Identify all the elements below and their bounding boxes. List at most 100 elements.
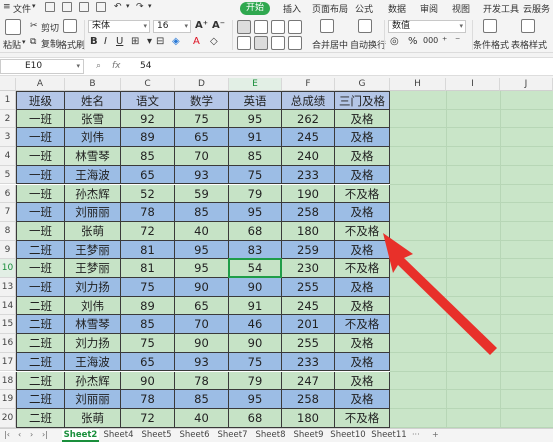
- border-dropdown-icon[interactable]: ▾: [147, 36, 152, 47]
- table-cell[interactable]: 王海波: [65, 352, 121, 372]
- table-cell[interactable]: 65: [175, 296, 229, 316]
- column-header-j[interactable]: J: [500, 78, 553, 91]
- table-cell[interactable]: 及格: [335, 371, 390, 391]
- table-cell[interactable]: 75: [229, 165, 282, 185]
- table-cell[interactable]: 75: [175, 109, 229, 129]
- column-header-i[interactable]: I: [446, 78, 500, 91]
- table-cell[interactable]: 85: [121, 315, 175, 335]
- table-cell[interactable]: 40: [175, 221, 229, 241]
- table-cell[interactable]: 90: [121, 371, 175, 391]
- fill-color-icon[interactable]: ◈: [172, 36, 180, 47]
- table-cell[interactable]: 95: [229, 390, 282, 409]
- add-sheet-icon[interactable]: +: [432, 430, 439, 439]
- cut-button[interactable]: 剪切: [41, 21, 59, 34]
- table-cell[interactable]: 70: [175, 315, 229, 335]
- font-color-icon[interactable]: A: [193, 36, 200, 47]
- sheet-tab-sheet2[interactable]: Sheet2: [62, 429, 99, 442]
- row-header-20[interactable]: 20: [0, 408, 16, 428]
- conditional-format-icon[interactable]: [483, 19, 497, 33]
- table-cell[interactable]: 90: [175, 278, 229, 297]
- table-cell[interactable]: 及格: [335, 109, 390, 129]
- table-cell[interactable]: 一班: [16, 165, 65, 185]
- table-cell[interactable]: 不及格: [335, 184, 390, 204]
- sheet-tab-sheet6[interactable]: Sheet6: [176, 429, 213, 442]
- table-header-cell[interactable]: 英语: [229, 91, 282, 110]
- wrap-text-icon[interactable]: [358, 19, 372, 33]
- table-cell[interactable]: 及格: [335, 352, 390, 372]
- merge-cell-icon[interactable]: ⊟: [156, 36, 164, 47]
- table-cell[interactable]: 孙杰辉: [65, 184, 121, 204]
- table-cell[interactable]: 及格: [335, 165, 390, 185]
- row-header-14[interactable]: 14: [0, 296, 16, 316]
- table-cell[interactable]: 一班: [16, 147, 65, 166]
- table-header-cell[interactable]: 语文: [121, 91, 175, 110]
- last-sheet-icon[interactable]: ›|: [42, 430, 48, 439]
- align-top-icon[interactable]: [237, 20, 251, 34]
- table-cell[interactable]: 89: [121, 296, 175, 316]
- table-cell[interactable]: 46: [229, 315, 282, 335]
- table-cell[interactable]: 95: [175, 240, 229, 260]
- font-name-select[interactable]: 宋体 ▾: [88, 20, 150, 33]
- table-cell[interactable]: 81: [121, 259, 175, 278]
- table-cell[interactable]: 85: [175, 203, 229, 222]
- decrease-font-icon[interactable]: A⁻: [212, 20, 225, 31]
- table-cell[interactable]: 90: [229, 278, 282, 297]
- zoom-icon[interactable]: ⌕: [96, 61, 101, 71]
- table-cell[interactable]: 一班: [16, 128, 65, 148]
- table-cell[interactable]: 258: [282, 390, 335, 409]
- align-bottom-icon[interactable]: [271, 20, 285, 34]
- table-cell[interactable]: 二班: [16, 240, 65, 260]
- table-cell[interactable]: 68: [229, 221, 282, 241]
- table-cell[interactable]: 王梦丽: [65, 240, 121, 260]
- paste-icon[interactable]: [5, 19, 21, 35]
- table-cell[interactable]: 245: [282, 128, 335, 148]
- table-cell[interactable]: 258: [282, 203, 335, 222]
- table-header-cell[interactable]: 三门及格: [335, 91, 390, 110]
- column-header-e[interactable]: E: [229, 78, 282, 91]
- table-cell[interactable]: 75: [229, 352, 282, 372]
- table-cell[interactable]: 及格: [335, 390, 390, 409]
- format-painter-icon[interactable]: [63, 19, 77, 33]
- table-cell[interactable]: 70: [175, 147, 229, 166]
- table-cell[interactable]: 81: [121, 240, 175, 260]
- table-cell[interactable]: 91: [229, 296, 282, 316]
- next-sheet-icon[interactable]: ›: [30, 430, 33, 439]
- table-cell[interactable]: 刘力扬: [65, 334, 121, 353]
- tab-data[interactable]: 数据: [388, 2, 406, 15]
- sheet-tab-sheet10[interactable]: Sheet10: [328, 429, 368, 442]
- table-cell[interactable]: 85: [175, 390, 229, 409]
- increase-decimal-icon[interactable]: ⁺: [442, 36, 447, 47]
- table-cell[interactable]: 二班: [16, 315, 65, 335]
- sheet-tab-sheet4[interactable]: Sheet4: [100, 429, 137, 442]
- menu-icon[interactable]: ≡: [3, 2, 11, 12]
- row-header-18[interactable]: 18: [0, 371, 16, 391]
- table-cell[interactable]: 刘力扬: [65, 278, 121, 297]
- save-icon[interactable]: [62, 2, 72, 12]
- merge-center-button[interactable]: 合并居中: [312, 38, 348, 51]
- print-icon[interactable]: [79, 2, 89, 12]
- table-cell[interactable]: 78: [175, 371, 229, 391]
- row-header-1[interactable]: 1: [0, 91, 16, 110]
- column-header-a[interactable]: A: [16, 78, 65, 91]
- table-cell[interactable]: 刘丽丽: [65, 390, 121, 409]
- tab-review[interactable]: 审阅: [420, 2, 438, 15]
- table-cell[interactable]: 65: [175, 128, 229, 148]
- table-cell[interactable]: 及格: [335, 203, 390, 222]
- tab-page-layout[interactable]: 页面布局: [312, 2, 348, 15]
- formula-input[interactable]: 54: [140, 61, 151, 71]
- redo-icon[interactable]: ↷: [136, 2, 144, 12]
- table-cell[interactable]: 255: [282, 334, 335, 353]
- table-cell[interactable]: 张萌: [65, 221, 121, 241]
- row-header-3[interactable]: 3: [0, 128, 16, 148]
- table-cell[interactable]: 93: [175, 352, 229, 372]
- copy-button[interactable]: 复制: [41, 37, 59, 50]
- table-cell[interactable]: 255: [282, 278, 335, 297]
- clear-icon[interactable]: ◇: [210, 36, 218, 47]
- sheet-tab-sheet11[interactable]: Sheet11: [369, 429, 409, 442]
- italic-icon[interactable]: I: [104, 36, 107, 47]
- table-cell[interactable]: 247: [282, 371, 335, 391]
- number-format-select[interactable]: 数值 ▾: [388, 20, 466, 33]
- more-sheets-icon[interactable]: ···: [412, 430, 420, 439]
- table-cell[interactable]: 及格: [335, 334, 390, 353]
- table-cell[interactable]: 240: [282, 147, 335, 166]
